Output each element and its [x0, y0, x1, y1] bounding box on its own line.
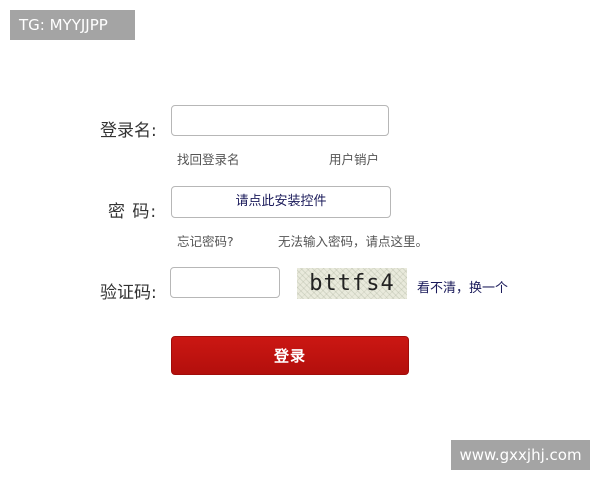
- find-login-name-link[interactable]: 找回登录名: [177, 149, 240, 168]
- password-label: 密 码:: [108, 202, 158, 222]
- captcha-image[interactable]: bttfs4: [297, 268, 407, 299]
- username-label: 登录名:: [100, 121, 157, 141]
- captcha-refresh-link[interactable]: 看不清，换一个: [417, 277, 508, 296]
- install-plugin-button[interactable]: 请点此安装控件: [171, 186, 391, 218]
- forgot-password-link[interactable]: 忘记密码?: [177, 231, 234, 250]
- captcha-input[interactable]: [170, 267, 280, 298]
- user-cancel-link[interactable]: 用户销户: [329, 149, 379, 168]
- captcha-label: 验证码:: [100, 283, 157, 303]
- login-button[interactable]: 登录: [171, 336, 409, 375]
- watermark: www.gxxjhj.com: [451, 440, 590, 470]
- top-tag-badge: TG: MYYJJPP: [10, 10, 135, 40]
- cannot-input-password-link[interactable]: 无法输入密码，请点这里。: [278, 231, 428, 250]
- username-input[interactable]: [171, 105, 389, 136]
